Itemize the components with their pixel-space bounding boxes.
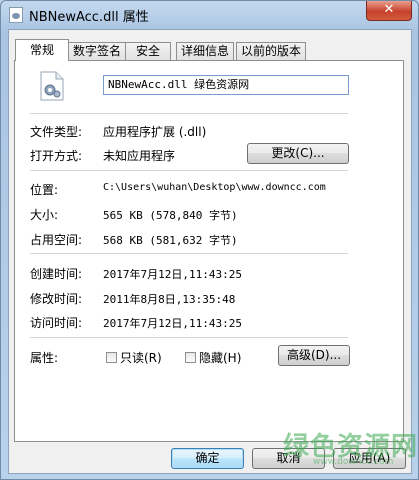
close-button[interactable]: ✕ bbox=[366, 1, 412, 21]
separator bbox=[30, 337, 348, 338]
location-value: C:\Users\wuhan\Desktop\www.downcc.com bbox=[103, 182, 326, 193]
modified-value: 2011年8月8日,13:35:48 bbox=[103, 293, 236, 306]
tab-digital-signatures[interactable]: 数字签名 bbox=[68, 42, 126, 60]
separator bbox=[30, 253, 348, 254]
properties-dialog: NBNewAcc.dll 属性 ✕ 常规 数字签名 安全 详细信息 以前的版本 … bbox=[0, 0, 419, 480]
file-icon bbox=[9, 7, 23, 23]
tab-previous-versions[interactable]: 以前的版本 bbox=[236, 42, 306, 60]
readonly-checkbox[interactable] bbox=[106, 352, 117, 363]
size-on-disk-value: 568 KB (581,632 字节) bbox=[103, 234, 238, 247]
hidden-label[interactable]: 隐藏(H) bbox=[199, 349, 241, 366]
hidden-checkbox[interactable] bbox=[185, 352, 196, 363]
file-type-value: 应用程序扩展 (.dll) bbox=[103, 125, 207, 139]
size-value: 565 KB (578,840 字节) bbox=[103, 209, 238, 222]
size-on-disk-label: 占用空间: bbox=[30, 233, 83, 247]
tab-details[interactable]: 详细信息 bbox=[176, 42, 234, 60]
separator bbox=[30, 113, 348, 114]
attributes-label: 属性: bbox=[30, 351, 59, 365]
open-with-value: 未知应用程序 bbox=[103, 149, 176, 163]
ok-button[interactable]: 确定 bbox=[171, 448, 244, 469]
created-value: 2017年7月12日,11:43:25 bbox=[103, 268, 242, 281]
accessed-label: 访问时间: bbox=[30, 316, 83, 330]
window-title: NBNewAcc.dll 属性 bbox=[29, 10, 149, 25]
file-type-label: 文件类型: bbox=[30, 125, 83, 139]
dialog-body: 常规 数字签名 安全 详细信息 以前的版本 NBNewAcc.dll 绿色资源网… bbox=[8, 29, 412, 474]
dll-file-icon bbox=[40, 71, 64, 101]
open-with-label: 打开方式: bbox=[30, 149, 83, 163]
modified-label: 修改时间: bbox=[30, 292, 83, 306]
tab-general[interactable]: 常规 bbox=[15, 39, 69, 61]
separator bbox=[30, 170, 348, 171]
readonly-label[interactable]: 只读(R) bbox=[120, 349, 162, 366]
advanced-button[interactable]: 高级(D)... bbox=[278, 345, 350, 366]
created-label: 创建时间: bbox=[30, 267, 83, 281]
file-name-input[interactable]: NBNewAcc.dll 绿色资源网 bbox=[103, 75, 349, 95]
location-label: 位置: bbox=[30, 183, 59, 197]
size-label: 大小: bbox=[30, 208, 59, 222]
tab-security[interactable]: 安全 bbox=[125, 42, 171, 60]
watermark-url: www.downcc.com bbox=[313, 457, 394, 467]
general-tab-panel: NBNewAcc.dll 绿色资源网 文件类型: 应用程序扩展 (.dll) 打… bbox=[14, 60, 404, 442]
change-button[interactable]: 更改(C)... bbox=[247, 143, 349, 164]
accessed-value: 2017年7月12日,11:43:25 bbox=[103, 317, 242, 330]
title-bar[interactable]: NBNewAcc.dll 属性 ✕ bbox=[1, 1, 418, 29]
